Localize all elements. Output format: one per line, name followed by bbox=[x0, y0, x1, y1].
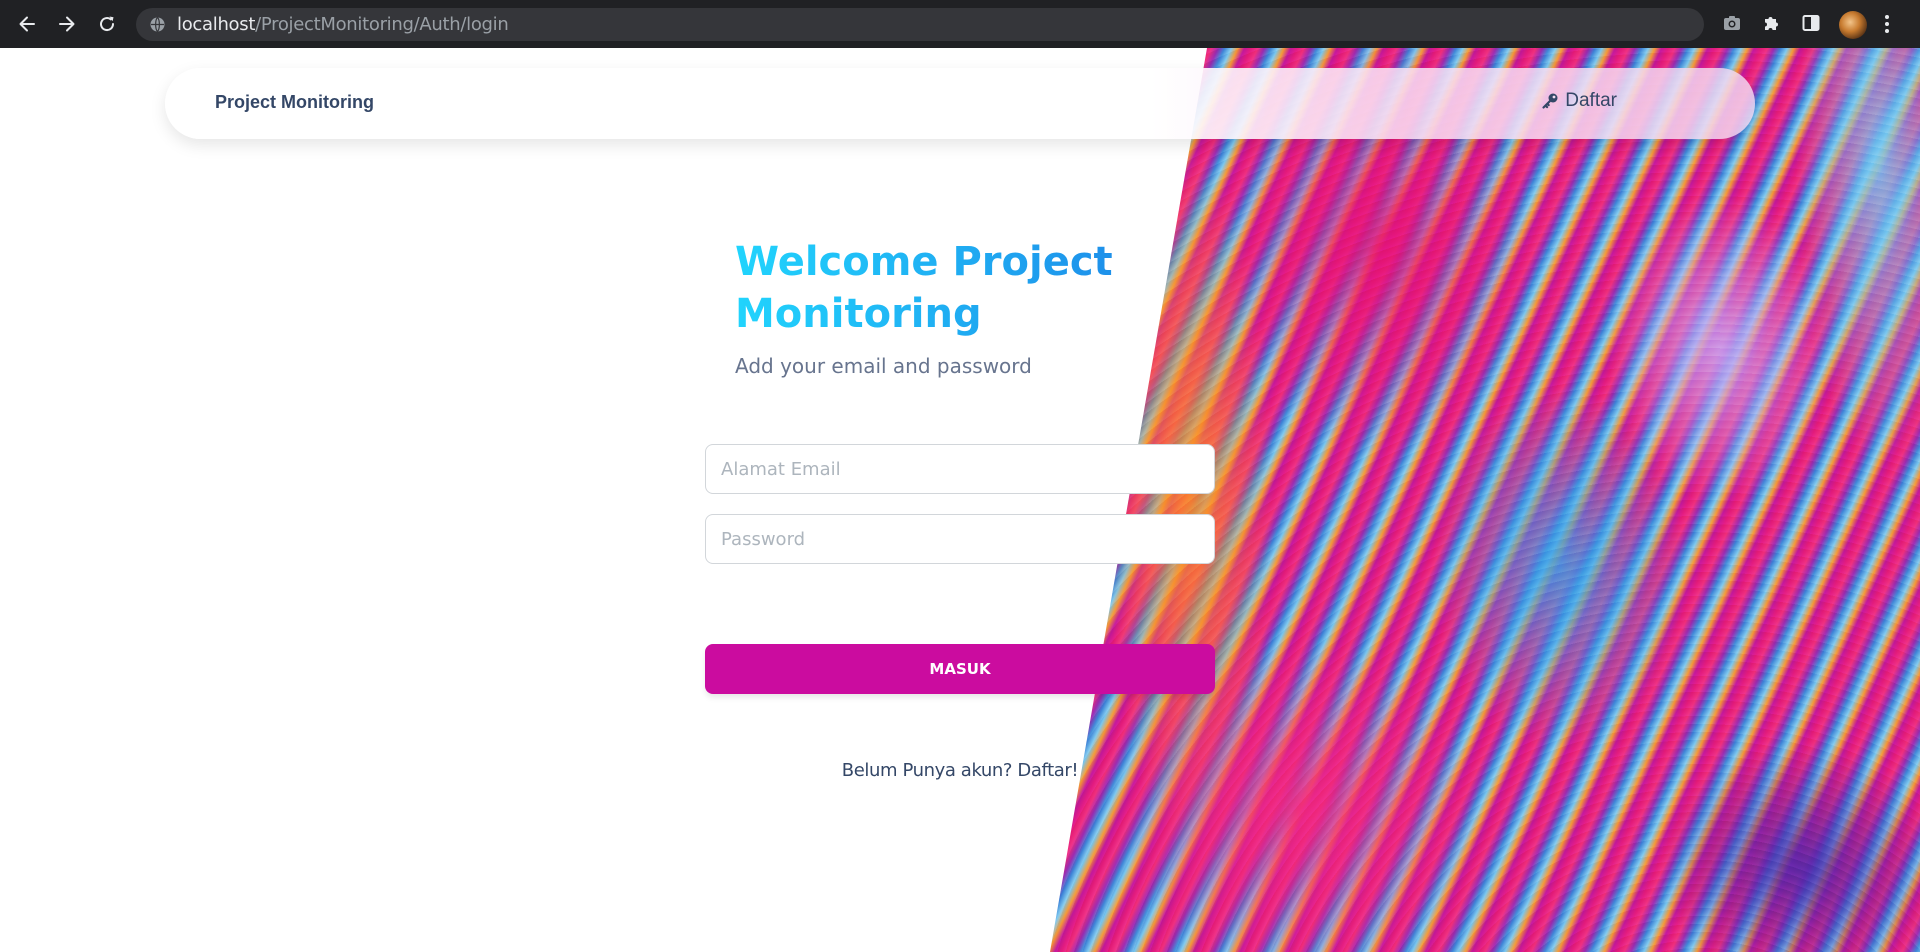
navbar-brand[interactable]: Project Monitoring bbox=[215, 92, 374, 113]
reload-icon bbox=[100, 16, 115, 32]
forward-button[interactable] bbox=[53, 10, 81, 38]
top-navbar: Project Monitoring Daftar bbox=[165, 68, 1755, 139]
page-title: Welcome Project Monitoring bbox=[735, 236, 1115, 340]
password-field[interactable] bbox=[705, 514, 1215, 564]
url-path: /ProjectMonitoring/Auth/login bbox=[255, 14, 509, 35]
reload-button[interactable] bbox=[93, 10, 121, 38]
kebab-menu-icon[interactable] bbox=[1884, 14, 1890, 34]
register-link[interactable]: Belum Punya akun? Daftar! bbox=[705, 760, 1215, 781]
back-button[interactable] bbox=[13, 10, 41, 38]
site-info-icon[interactable] bbox=[149, 16, 166, 33]
url-host: localhost bbox=[177, 14, 256, 35]
email-field[interactable] bbox=[705, 444, 1215, 494]
hero-background-art bbox=[1050, 48, 1920, 952]
camera-icon[interactable] bbox=[1722, 13, 1742, 33]
profile-avatar[interactable] bbox=[1839, 11, 1867, 39]
puzzle-icon[interactable] bbox=[1761, 13, 1781, 33]
page-content: Project Monitoring Daftar Welcome Projec… bbox=[0, 48, 1920, 952]
navbar-signup-link[interactable]: Daftar bbox=[1541, 90, 1617, 112]
arrow-right-icon bbox=[59, 16, 75, 32]
address-bar[interactable]: localhost/ProjectMonitoring/Auth/login bbox=[136, 8, 1704, 41]
key-icon bbox=[1542, 93, 1558, 109]
side-panel-icon[interactable] bbox=[1801, 13, 1821, 33]
url-text[interactable]: localhost/ProjectMonitoring/Auth/login bbox=[177, 14, 509, 35]
page-subtitle: Add your email and password bbox=[735, 354, 1032, 378]
login-submit-button[interactable]: MASUK bbox=[705, 644, 1215, 694]
arrow-left-icon bbox=[19, 16, 35, 32]
browser-toolbar: localhost/ProjectMonitoring/Auth/login bbox=[0, 0, 1920, 48]
navbar-signup-label: Daftar bbox=[1565, 90, 1617, 111]
